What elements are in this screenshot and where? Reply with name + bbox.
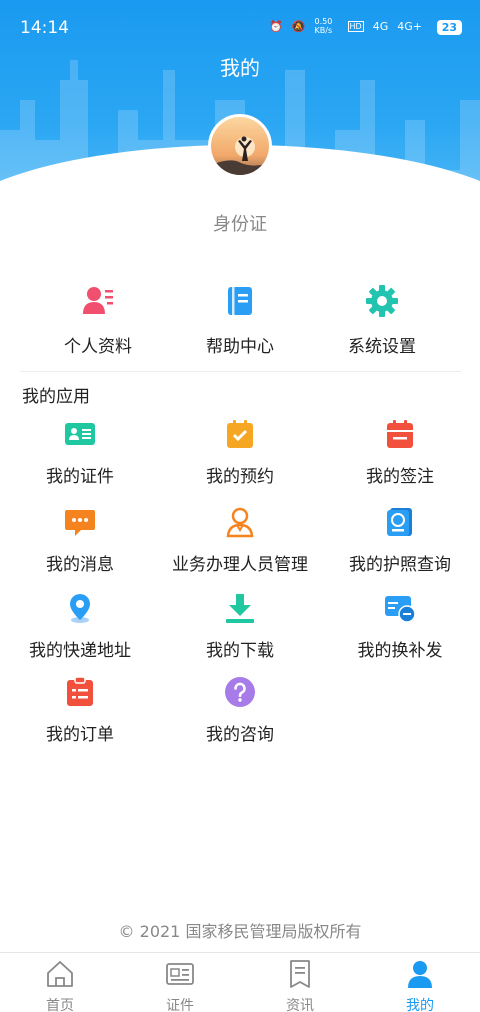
profile-card-icon — [83, 287, 113, 314]
app-label: 我的证件 — [46, 467, 114, 487]
tab-certificates[interactable]: 证件 — [120, 953, 240, 1012]
certificate-icon — [166, 963, 194, 985]
status-icons: ⏰ 🔕 0.50 KB/s HD 4G 4G+ — [269, 17, 422, 35]
news-icon — [290, 960, 310, 988]
app-label: 我的快递地址 — [29, 641, 131, 661]
settings-label: 系统设置 — [348, 337, 416, 357]
id-card-icon — [65, 423, 95, 445]
tab-label: 首页 — [46, 998, 74, 1012]
copyright-text: © 2021 国家移民管理局版权所有 — [118, 922, 362, 941]
hd-icon: HD — [347, 20, 364, 32]
app-label: 我的订单 — [46, 725, 114, 745]
location-pin-icon — [70, 594, 90, 623]
message-icon — [65, 510, 95, 536]
quick-actions: 个人资料 帮助中心 系统设置 — [0, 284, 480, 364]
app-label: 我的换补发 — [357, 641, 443, 661]
bottom-tabbar: 首页 证件 资讯 我的 — [0, 952, 480, 1012]
app-my-orders[interactable]: 我的订单 — [0, 676, 160, 745]
alarm-icon: ⏰ — [269, 19, 283, 33]
tab-mine[interactable]: 我的 — [360, 953, 480, 1012]
reissue-icon — [385, 596, 416, 623]
help-center-button[interactable]: 帮助中心 — [160, 284, 320, 357]
section-title-my-apps: 我的应用 — [22, 387, 90, 407]
signal-2: 4G+ — [397, 19, 422, 33]
app-label: 我的消息 — [46, 555, 114, 575]
mute-icon: 🔕 — [291, 19, 306, 33]
profile-button[interactable]: 个人资料 — [18, 284, 178, 357]
battery-indicator: 23 — [436, 20, 462, 35]
app-label: 我的咨询 — [206, 725, 274, 745]
status-bar: 14:14 ⏰ 🔕 0.50 KB/s HD 4G 4G+ 23 — [0, 0, 480, 56]
passport-icon — [387, 508, 412, 536]
app-my-downloads[interactable]: 我的下载 — [160, 592, 320, 661]
home-icon — [47, 961, 73, 987]
appointment-icon — [227, 420, 253, 448]
app-staff-management[interactable]: 业务办理人员管理 — [160, 506, 320, 575]
app-my-certificates[interactable]: 我的证件 — [0, 418, 160, 487]
person-icon — [408, 961, 432, 988]
net-speed: 0.50 KB/s — [314, 17, 333, 35]
tab-label: 我的 — [406, 998, 434, 1012]
tab-home[interactable]: 首页 — [0, 953, 120, 1012]
status-time: 14:14 — [20, 18, 69, 38]
page-title: 我的 — [220, 56, 260, 80]
profile-label: 个人资料 — [64, 337, 132, 357]
tab-news[interactable]: 资讯 — [240, 953, 360, 1012]
app-label: 业务办理人员管理 — [172, 555, 308, 575]
app-my-endorsements[interactable]: 我的签注 — [320, 418, 480, 487]
staff-icon — [226, 507, 254, 538]
settings-button[interactable]: 系统设置 — [302, 284, 462, 357]
avatar[interactable] — [208, 114, 272, 178]
tab-label: 资讯 — [286, 998, 314, 1012]
app-my-consultation[interactable]: 我的咨询 — [160, 676, 320, 745]
help-center-label: 帮助中心 — [206, 337, 274, 357]
help-book-icon — [228, 287, 252, 315]
gear-icon — [366, 285, 398, 317]
divider — [20, 371, 461, 372]
app-my-messages[interactable]: 我的消息 — [0, 506, 160, 575]
app-reissue[interactable]: 我的换补发 — [320, 592, 480, 661]
app-label: 我的下载 — [206, 641, 274, 661]
order-icon — [67, 676, 93, 706]
download-icon — [226, 594, 254, 623]
app-label: 我的签注 — [366, 467, 434, 487]
app-passport-query[interactable]: 我的护照查询 — [320, 506, 480, 575]
signal-1: 4G — [372, 19, 389, 33]
app-label: 我的预约 — [206, 467, 274, 487]
id-type-label: 身份证 — [213, 214, 267, 235]
endorsement-icon — [387, 420, 413, 448]
tab-label: 证件 — [166, 998, 194, 1012]
app-my-appointments[interactable]: 我的预约 — [160, 418, 320, 487]
app-delivery-address[interactable]: 我的快递地址 — [0, 592, 160, 661]
app-label: 我的护照查询 — [349, 555, 451, 575]
question-icon — [225, 677, 255, 707]
